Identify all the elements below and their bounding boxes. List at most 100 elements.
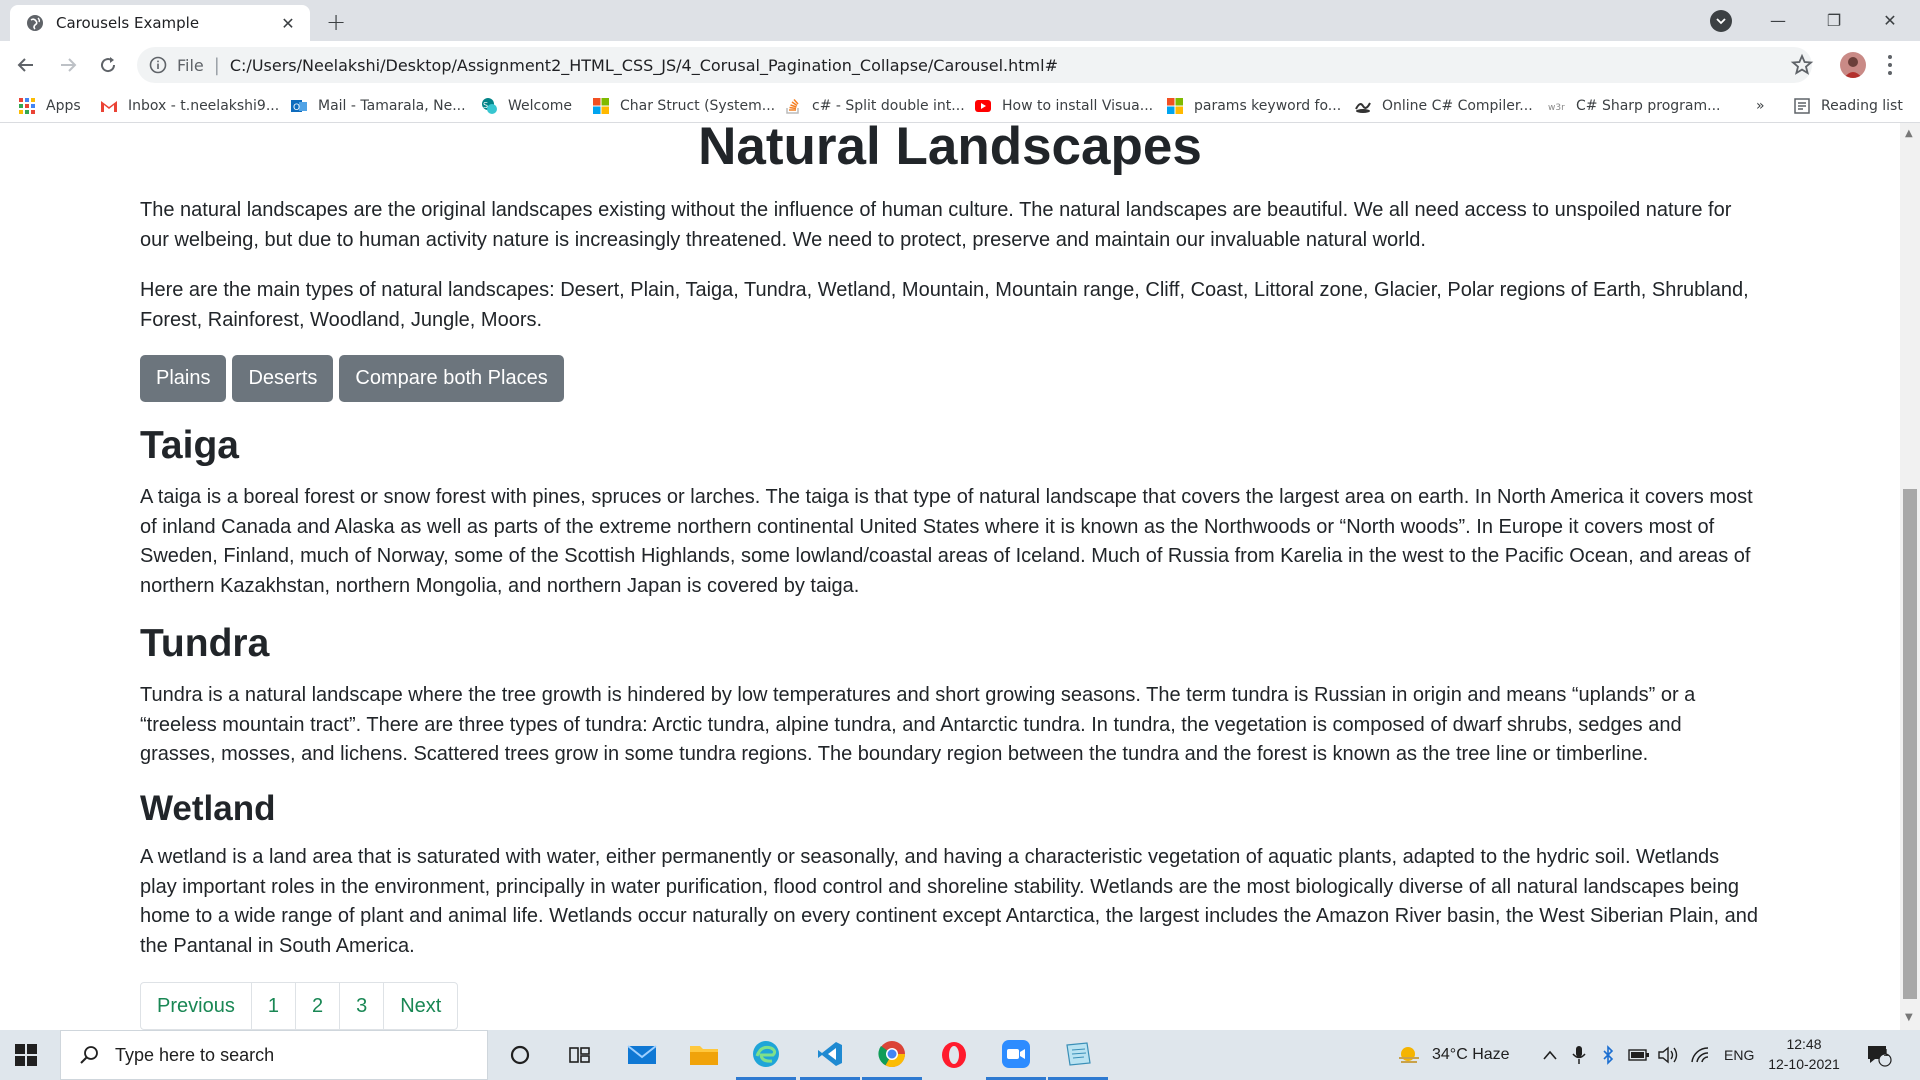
bookmark-compiler[interactable]: Online C# Compiler...	[1354, 96, 1533, 116]
new-tab-button[interactable]: +	[322, 8, 350, 36]
weather-text: 34°C Haze	[1432, 1046, 1510, 1063]
page-viewport: Natural Landscapes The natural landscape…	[0, 123, 1900, 1030]
weather-widget[interactable]: 34°C Haze	[1396, 1030, 1510, 1080]
show-hidden-icons-button[interactable]	[1542, 1030, 1558, 1080]
pagination: Previous 1 2 3 Next	[140, 982, 459, 1030]
opera-app-button[interactable]	[924, 1030, 984, 1080]
mail-app-button[interactable]	[612, 1030, 672, 1080]
bluetooth-icon	[1603, 1045, 1614, 1065]
scroll-down-arrow-icon[interactable]: ▼	[1905, 1013, 1915, 1023]
info-icon[interactable]	[149, 56, 167, 74]
pagination-previous[interactable]: Previous	[141, 983, 251, 1029]
minimize-button[interactable]: —	[1756, 4, 1800, 36]
clock-time: 12:48	[1786, 1036, 1822, 1052]
windows-start-icon[interactable]	[15, 1044, 37, 1066]
bookmark-welcome[interactable]: S Welcome	[480, 96, 572, 116]
pagination-page-3[interactable]: 3	[339, 983, 383, 1029]
pagination-page-2[interactable]: 2	[294, 983, 339, 1029]
notepad-app-button[interactable]	[1048, 1030, 1108, 1080]
microphone-tray[interactable]	[1572, 1030, 1586, 1080]
clock-date: 12-10-2021	[1768, 1056, 1840, 1072]
folder-icon	[690, 1046, 718, 1065]
microphone-icon	[1572, 1046, 1586, 1064]
cortana-icon	[510, 1045, 530, 1065]
bookmark-gmail[interactable]: Inbox - t.neelakshi9...	[100, 96, 279, 116]
reload-icon	[101, 57, 116, 73]
plains-button[interactable]: Plains	[140, 355, 227, 402]
edge-icon	[753, 1040, 779, 1067]
taskbar-clock[interactable]: 12:48 12-10-2021	[1766, 1034, 1842, 1074]
bookmarks-bar: Apps Inbox - t.neelakshi9... O Mail - Ta…	[0, 89, 1920, 123]
notification-center-button[interactable]: 1	[1866, 1030, 1892, 1080]
close-window-button[interactable]: ✕	[1868, 4, 1912, 36]
network-tray[interactable]	[1690, 1030, 1712, 1080]
globe-icon	[27, 15, 43, 31]
arrow-left-icon	[17, 58, 33, 72]
battery-icon	[1628, 1049, 1649, 1061]
volume-tray[interactable]	[1658, 1030, 1680, 1080]
bookmark-youtube[interactable]: How to install Visua...	[974, 96, 1153, 116]
apps-grid-icon	[19, 98, 35, 114]
collapse-button-group: Plains Deserts Compare both Places	[140, 355, 564, 402]
reading-list-button[interactable]: Reading list	[1793, 96, 1903, 116]
bookmark-stackoverflow[interactable]: c# - Split double int...	[784, 96, 965, 116]
chrome-icon	[878, 1040, 906, 1067]
bookmark-params[interactable]: params keyword fo...	[1166, 96, 1341, 116]
intro-paragraph: The natural landscapes are the original …	[140, 199, 1732, 251]
url-text[interactable]: C:/Users/Neelakshi/Desktop/Assignment2_H…	[230, 56, 1058, 75]
zoom-app-button[interactable]	[986, 1030, 1046, 1080]
search-placeholder: Type here to search	[115, 1044, 275, 1065]
compare-places-button[interactable]: Compare both Places	[339, 355, 564, 402]
chrome-app-button[interactable]	[862, 1030, 922, 1080]
bookmark-label: Apps	[46, 98, 81, 114]
tab-title: Carousels Example	[56, 14, 200, 32]
bookmark-w3resource[interactable]: w3r C# Sharp program...	[1548, 96, 1721, 116]
browser-tab[interactable]: Carousels Example ✕	[10, 5, 310, 41]
outlook-icon: O	[291, 100, 307, 113]
bookmark-outlook[interactable]: O Mail - Tamarala, Ne...	[290, 96, 466, 116]
bluetooth-tray[interactable]	[1602, 1030, 1614, 1080]
restore-button[interactable]: ❐	[1812, 4, 1856, 36]
svg-text:w3r: w3r	[1548, 103, 1565, 113]
reload-button[interactable]	[94, 51, 122, 79]
pagination-page-1[interactable]: 1	[250, 983, 295, 1029]
back-button[interactable]	[12, 51, 40, 79]
taskbar-search-box[interactable]: Type here to search	[60, 1030, 488, 1080]
bookmark-label: c# - Split double int...	[812, 98, 965, 114]
task-view-button[interactable]	[550, 1030, 610, 1080]
pagination-next[interactable]: Next	[383, 983, 457, 1029]
bookmark-label: C# Sharp program...	[1576, 98, 1721, 114]
arrow-right-icon	[61, 58, 77, 72]
bookmark-char-struct[interactable]: Char Struct (System...	[592, 96, 775, 116]
bookmark-apps[interactable]: Apps	[18, 96, 81, 116]
edge-app-button[interactable]	[736, 1030, 796, 1080]
speaker-icon	[1658, 1046, 1678, 1064]
svg-text:O: O	[293, 103, 300, 113]
cortana-button[interactable]	[490, 1030, 550, 1080]
page-canvas: Natural Landscapes The natural landscape…	[0, 123, 1900, 1030]
bookmark-label: Inbox - t.neelakshi9...	[128, 98, 280, 114]
language-indicator[interactable]: ENG	[1724, 1030, 1754, 1080]
scrollbar-thumb[interactable]	[1903, 489, 1917, 999]
profile-avatar[interactable]	[1840, 52, 1866, 78]
bookmark-star-icon[interactable]	[1790, 53, 1814, 77]
task-view-icon	[569, 1047, 590, 1063]
battery-tray[interactable]	[1628, 1030, 1650, 1080]
reading-list-label: Reading list	[1821, 98, 1903, 114]
mail-icon	[627, 1045, 657, 1064]
vertical-scrollbar[interactable]: ▲ ▼	[1900, 123, 1920, 1030]
opera-icon	[942, 1042, 966, 1068]
bookmark-label: Char Struct (System...	[620, 98, 776, 114]
deserts-button[interactable]: Deserts	[232, 355, 334, 402]
vscode-app-button[interactable]	[800, 1030, 860, 1080]
bookmark-label: Welcome	[508, 98, 573, 114]
bookmarks-overflow-button[interactable]: »	[1756, 96, 1765, 116]
scroll-up-arrow-icon[interactable]: ▲	[1905, 129, 1915, 139]
tab-strip: Carousels Example ✕ + — ❐ ✕	[0, 0, 1920, 41]
forward-button[interactable]	[54, 51, 82, 79]
file-explorer-button[interactable]	[674, 1030, 734, 1080]
address-bar[interactable]: File | C:/Users/Neelakshi/Desktop/Assign…	[137, 47, 1812, 83]
browser-menu-button[interactable]	[1882, 53, 1898, 77]
tab-close-icon[interactable]: ✕	[278, 13, 298, 33]
tab-search-button[interactable]	[1710, 10, 1732, 32]
